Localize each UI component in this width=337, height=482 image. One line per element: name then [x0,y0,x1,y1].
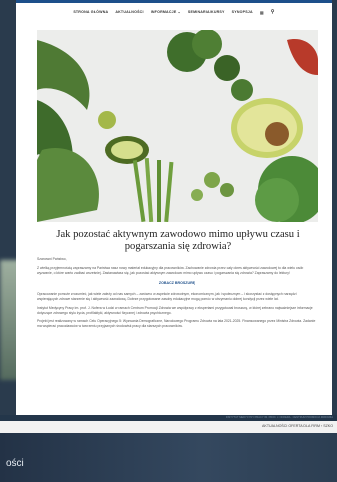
article-hero-image [37,30,318,222]
main-navigation: STRONA GŁÓWNA AKTUALNOŚCI INFORMACJE ⌄ S… [16,7,332,17]
nav-info-label: INFORMACJE [150,10,177,14]
vegetables-illustration [37,30,318,222]
background-hero-banner [0,433,337,482]
grid-icon[interactable]: ▦ [260,10,264,15]
nav-news[interactable]: AKTUALNOŚCI [115,10,143,14]
nav-home[interactable]: STRONA GŁÓWNA [73,10,108,14]
nav-seminars[interactable]: SEMINARIA/KURSY [188,10,225,14]
see-brochure-link[interactable]: ZOBACZ BROSZURĘ [37,281,317,286]
ticker-text: INSTYTUT MEDYCYNY PRACY IM. PROF. J. NOF… [225,416,333,419]
article-paragraph: Z wielką przyjemnością zapraszamy na Pań… [37,265,304,275]
article-paragraph: Instytut Medycyny Pracy im. prof. J. Nof… [37,305,313,315]
background-hero-title: ości [6,458,24,469]
article-paragraph: Opracowanie pomoże zrozumieć, jak wiele … [37,292,297,301]
nav-info[interactable]: INFORMACJE ⌄ [151,10,181,14]
background-nav-links[interactable]: AKTUALNOŚCI OFERTA DLA FIRM › SZKO [262,424,333,428]
article-body: Szanowni Państwo, Z wielką przyjemnością… [37,257,317,333]
chevron-down-icon: ⌄ [177,10,181,14]
search-icon[interactable]: ⚲ [271,9,275,15]
article-title: Jak pozostać aktywnym zawodowo mimo upły… [56,229,300,252]
article-popup: STRONA GŁÓWNA AKTUALNOŚCI INFORMACJE ⌄ S… [16,0,332,415]
article-paragraph: Projekt jest realizowany w ramach Celu O… [37,319,316,329]
top-accent-bar [16,0,332,3]
nav-synopsis[interactable]: SYNOPSJA [232,10,253,14]
article-greeting: Szanowni Państwo, [37,257,67,261]
background-navigation: AKTUALNOŚCI OFERTA DLA FIRM › SZKO [0,421,337,433]
